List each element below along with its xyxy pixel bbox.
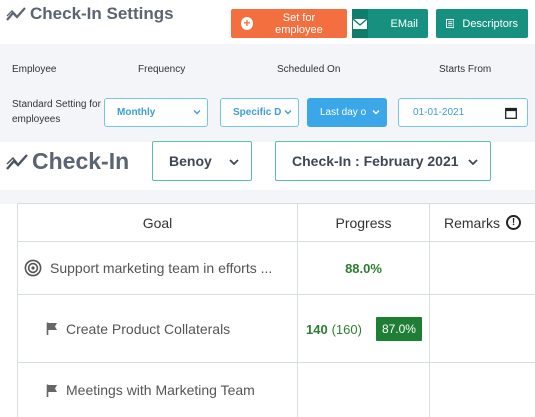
col-employee: Employee bbox=[12, 64, 57, 75]
checkin-title: Check-In bbox=[6, 148, 129, 175]
progress-percent-badge: 87.0% bbox=[375, 316, 422, 341]
set-for-employee-button[interactable]: + Set for employee bbox=[231, 9, 347, 38]
envelope-icon bbox=[352, 9, 369, 38]
email-label: EMail bbox=[390, 17, 418, 30]
starts-from-value: 01-01-2021 bbox=[413, 107, 465, 118]
remarks-cell[interactable] bbox=[430, 295, 535, 363]
checkin-title-text: Check-In bbox=[32, 148, 130, 174]
col-scheduled-on: Scheduled On bbox=[277, 64, 341, 75]
header-goal: Goal bbox=[18, 204, 298, 242]
progress-percent: 88.0% bbox=[345, 260, 382, 276]
table-row[interactable]: Create Product Collaterals bbox=[18, 295, 298, 363]
settings-title-text: Check-In Settings bbox=[30, 4, 174, 23]
trend-icon bbox=[6, 7, 26, 21]
trend-icon bbox=[6, 153, 28, 170]
table-row[interactable]: Meetings with Marketing Team bbox=[18, 363, 298, 417]
scheduled-day-select[interactable]: Last day o bbox=[307, 98, 387, 127]
flag-icon bbox=[46, 322, 57, 335]
scheduled-type-value: Specific D bbox=[233, 107, 282, 118]
checkin-table: Goal Progress Remarks ! Support marketin… bbox=[17, 203, 535, 417]
col-starts-from: Starts From bbox=[439, 64, 492, 75]
progress-cell: 88.0% bbox=[298, 242, 430, 295]
goal-text: Create Product Collaterals bbox=[66, 320, 231, 337]
progress-value: 140 bbox=[306, 321, 328, 337]
flag-icon bbox=[46, 384, 57, 397]
chevron-down-icon bbox=[372, 110, 380, 115]
calendar-icon[interactable] bbox=[505, 107, 517, 119]
header-remarks: Remarks ! bbox=[430, 204, 535, 242]
progress-target: (160) bbox=[331, 321, 362, 337]
scheduled-type-select[interactable]: Specific D bbox=[220, 98, 299, 127]
remarks-cell[interactable] bbox=[430, 363, 535, 417]
starts-from-date-input[interactable]: 01-01-2021 bbox=[398, 98, 528, 127]
period-dropdown[interactable]: Check-In : February 2021 bbox=[275, 141, 491, 181]
settings-panel bbox=[0, 44, 535, 142]
plus-icon: + bbox=[241, 17, 253, 30]
descriptors-label: Descriptors bbox=[462, 17, 518, 30]
progress-values: 140 (160) bbox=[306, 321, 362, 337]
list-icon bbox=[446, 18, 455, 29]
header-remarks-label: Remarks bbox=[443, 214, 500, 231]
email-button[interactable]: EMail bbox=[352, 9, 428, 38]
info-icon[interactable]: ! bbox=[506, 215, 521, 230]
descriptors-button[interactable]: Descriptors bbox=[436, 9, 528, 38]
progress-cell: 140 (160) 87.0% bbox=[298, 295, 430, 363]
chevron-down-icon bbox=[229, 159, 239, 166]
goal-text: Support marketing team in efforts ... bbox=[50, 260, 273, 276]
set-for-employee-label: Set for employee bbox=[275, 11, 323, 36]
employee-value: Benoy bbox=[169, 153, 212, 169]
goal-text: Meetings with Marketing Team bbox=[66, 382, 255, 398]
progress-cell bbox=[298, 363, 430, 417]
chevron-down-icon bbox=[468, 159, 478, 166]
chevron-down-icon bbox=[193, 110, 201, 115]
target-icon bbox=[24, 259, 42, 277]
remarks-cell[interactable] bbox=[430, 242, 535, 295]
frequency-select[interactable]: Monthly bbox=[104, 98, 208, 127]
employee-dropdown[interactable]: Benoy bbox=[152, 141, 252, 181]
table-top-band bbox=[0, 190, 535, 204]
col-frequency: Frequency bbox=[138, 64, 186, 75]
frequency-value: Monthly bbox=[117, 107, 156, 118]
chevron-down-icon bbox=[284, 110, 292, 115]
settings-title: Check-In Settings bbox=[6, 4, 174, 24]
standard-setting-label: Standard Setting for employees bbox=[12, 99, 101, 125]
table-row[interactable]: Support marketing team in efforts ... bbox=[18, 242, 298, 295]
header-progress: Progress bbox=[298, 204, 430, 242]
scheduled-day-value: Last day o bbox=[320, 107, 367, 118]
period-value: Check-In : February 2021 bbox=[292, 153, 459, 169]
